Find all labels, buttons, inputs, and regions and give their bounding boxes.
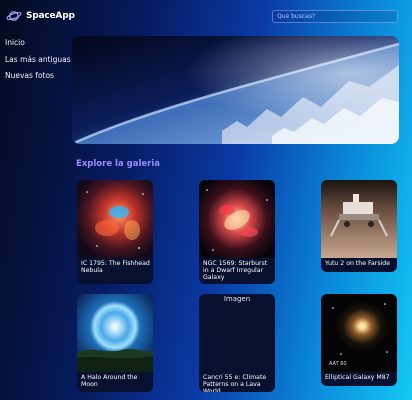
lunar-rover-photo	[321, 180, 397, 258]
planet-logo-icon	[6, 11, 22, 21]
card-caption: NGC 1569: Starburst in a Dwarf Irregular…	[203, 260, 268, 281]
card-caption: Elliptical Galaxy M87	[325, 374, 390, 381]
broken-image-icon: Imagen	[199, 294, 275, 372]
sidebar: Inicio Las más antiguas Nuevas fotos	[5, 38, 71, 88]
sidebar-item-nuevas-fotos[interactable]: Nuevas fotos	[5, 71, 71, 88]
app-name: SpaceApp	[26, 11, 75, 21]
app-logo[interactable]: SpaceApp	[6, 9, 75, 23]
card-caption: A Halo Around the Moon	[81, 374, 138, 388]
sidebar-item-inicio[interactable]: Inicio	[5, 38, 71, 55]
nebula-photo	[77, 180, 153, 258]
gallery-card[interactable]: NGC 1569: Starburst in a Dwarf Irregular…	[199, 180, 275, 284]
image-alt-text: Imagen	[223, 295, 251, 303]
gallery-card[interactable]: Yutu 2 on the Farside	[321, 180, 397, 272]
sidebar-item-mas-antiguas[interactable]: Las más antiguas	[5, 55, 71, 72]
gallery-card[interactable]: Imagen Cancri 55 e: Climate Patterns on …	[199, 294, 275, 392]
header: SpaceApp	[0, 0, 412, 34]
elliptical-galaxy-photo: AAT 60	[321, 294, 397, 372]
card-caption: Yutu 2 on the Farside	[325, 260, 391, 267]
starburst-galaxy-photo	[199, 180, 275, 258]
gallery-card[interactable]: A Halo Around the Moon	[77, 294, 153, 392]
gallery-card[interactable]: AAT 60 Elliptical Galaxy M87	[321, 294, 397, 386]
moon-halo-photo	[77, 294, 153, 372]
gallery-title: Explore la galeria	[76, 159, 160, 169]
card-caption: Cancri 55 e: Climate Patterns on a Lava …	[203, 374, 267, 392]
card-caption: IC 1795: The Fishhead Nebula	[81, 260, 150, 274]
gallery-card[interactable]: IC 1795: The Fishhead Nebula	[77, 180, 153, 284]
hero-banner-earth-photo	[72, 36, 399, 144]
photo-label: AAT 60	[329, 361, 347, 367]
search-input[interactable]	[272, 10, 398, 23]
